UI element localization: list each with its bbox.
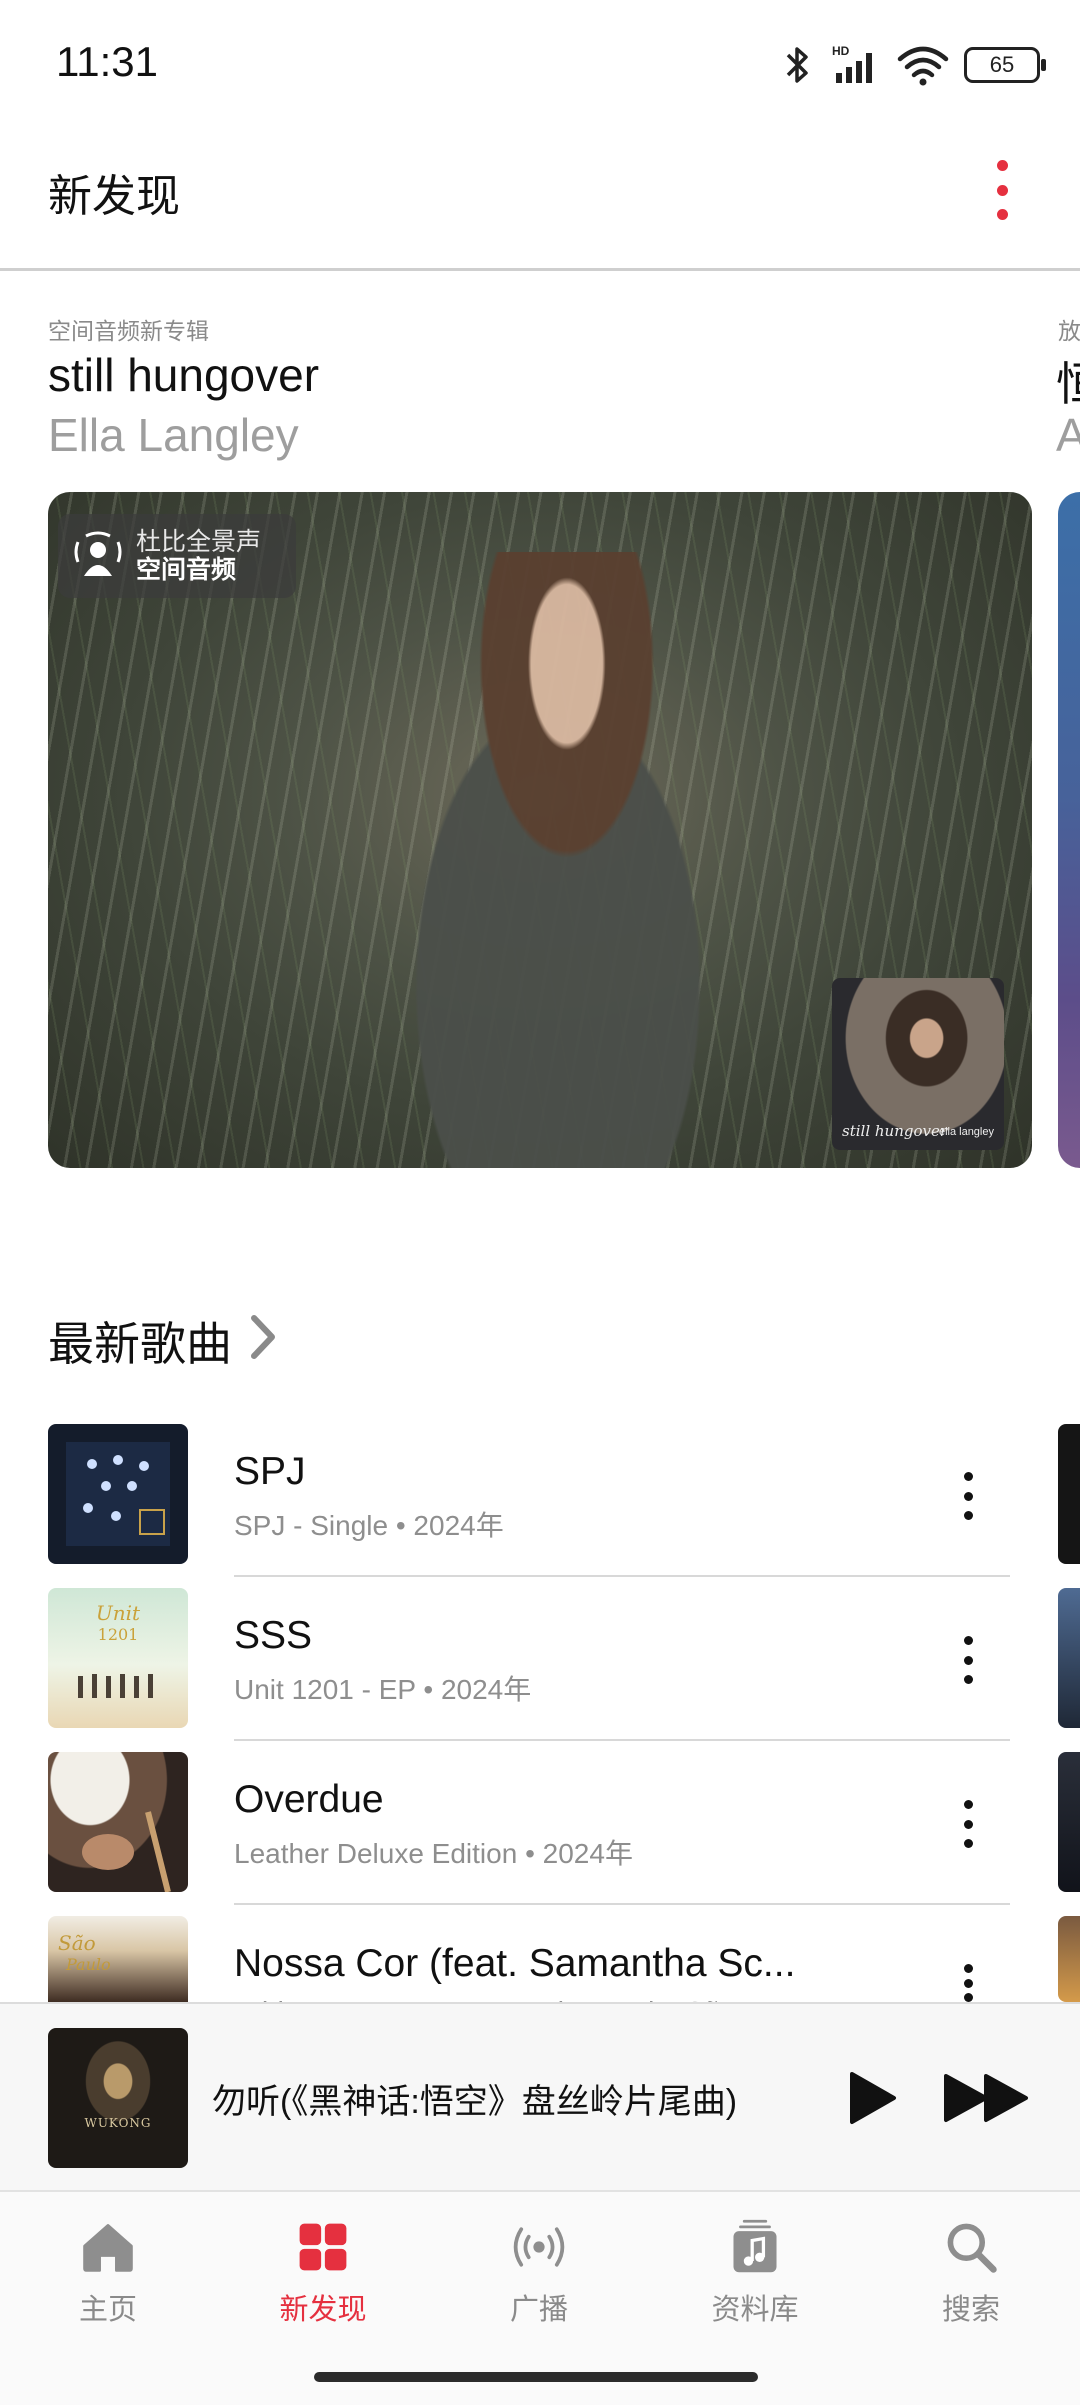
artwork-caption: WUKONG	[84, 2116, 152, 2130]
row-divider	[234, 1575, 1010, 1577]
now-playing-title[interactable]: 勿听(《黑神话:悟空》盘丝岭片尾曲)	[212, 2074, 737, 2123]
featured-title[interactable]: still hungover	[48, 348, 319, 402]
song-title[interactable]: SSS	[234, 1614, 312, 1658]
cell-signal-icon: HD	[832, 44, 872, 83]
tab-home[interactable]: 主页	[33, 2218, 183, 2328]
song-artwork[interactable]: São Paulo	[48, 1916, 188, 2002]
row-divider	[234, 1739, 1010, 1741]
next-card-artwork[interactable]	[1058, 492, 1080, 1168]
more-options-icon[interactable]	[990, 160, 1014, 220]
more-options-icon[interactable]	[960, 1800, 976, 1848]
more-options-icon[interactable]	[960, 1472, 976, 1520]
song-title[interactable]: SPJ	[234, 1450, 306, 1494]
svg-text:São: São	[58, 1931, 96, 1955]
thumb-artist: ella langley	[938, 1126, 994, 1138]
tab-label: 资料库	[711, 2294, 799, 2326]
grid-icon	[299, 2223, 347, 2271]
wifi-icon	[897, 46, 949, 86]
featured-artwork[interactable]: 杜比全景声 空间音频 still hungover ella langley	[48, 492, 1032, 1168]
song-art-pattern: Unit 1201	[78, 1601, 153, 1698]
song-artwork[interactable]	[48, 1424, 188, 1564]
home-icon	[83, 2224, 133, 2272]
next-card-title[interactable]: 恒	[1056, 348, 1080, 414]
tab-radio[interactable]: 广播	[464, 2218, 614, 2328]
song-artwork[interactable]: Unit 1201	[48, 1588, 188, 1728]
badge-line2: 空间音频	[136, 556, 237, 584]
next-column-artwork[interactable]	[1058, 1588, 1080, 1728]
status-time: 11:31	[56, 38, 158, 85]
page-title: 新发现	[48, 172, 180, 221]
next-card-kicker: 放	[1058, 318, 1080, 344]
radio-icon	[513, 2227, 565, 2267]
next-column-artwork[interactable]	[1058, 1424, 1080, 1564]
search-icon	[947, 2223, 997, 2273]
more-options-icon[interactable]	[960, 1964, 976, 2002]
song-artwork[interactable]	[48, 1752, 188, 1892]
song-art-pattern	[82, 1811, 171, 1892]
tab-browse[interactable]: 新发现	[248, 2218, 398, 2328]
library-icon	[733, 2219, 777, 2273]
song-subtitle: Unit 1201 - EP • 2024年	[234, 1674, 532, 1705]
tab-label: 主页	[78, 2294, 137, 2326]
featured-artist[interactable]: Ella Langley	[48, 408, 299, 462]
chevron-right-icon[interactable]	[246, 1312, 280, 1362]
tab-label: 新发现	[279, 2294, 367, 2326]
more-options-icon[interactable]	[960, 1636, 976, 1684]
song-art-pattern	[66, 1442, 170, 1546]
svg-text:1201: 1201	[98, 1625, 139, 1644]
song-subtitle: Leather Deluxe Edition • 2024年	[234, 1838, 633, 1869]
badge-line1: 杜比全景声	[136, 528, 262, 556]
song-subtitle: SPJ - Single • 2024年	[234, 1510, 504, 1541]
row-divider	[234, 1903, 1010, 1905]
skip-forward-icon[interactable]	[942, 2070, 1032, 2126]
song-title[interactable]: Overdue	[234, 1778, 384, 1822]
featured-kicker: 空间音频新专辑	[48, 318, 209, 344]
spatial-audio-icon	[74, 531, 122, 576]
section-title[interactable]: 最新歌曲	[48, 1308, 232, 1374]
status-icons: HD 65	[780, 40, 1046, 90]
tab-library[interactable]: 资料库	[680, 2218, 830, 2328]
battery-indicator: 65	[964, 47, 1046, 83]
album-thumbnail: still hungover ella langley	[832, 978, 1004, 1150]
dolby-atmos-badge: 杜比全景声 空间音频	[58, 514, 296, 598]
play-icon[interactable]	[846, 2070, 898, 2126]
bluetooth-icon	[786, 47, 808, 83]
next-column-artwork[interactable]	[1058, 1752, 1080, 1892]
svg-text:HD: HD	[832, 44, 850, 58]
tab-search[interactable]: 搜索	[896, 2218, 1046, 2328]
song-title[interactable]: Nossa Cor (feat. Samantha Sc...	[234, 1942, 795, 1986]
svg-text:Paulo: Paulo	[65, 1955, 111, 1974]
song-art-pattern: São Paulo	[58, 1931, 111, 1974]
tab-label: 广播	[509, 2294, 568, 2326]
next-column-artwork[interactable]	[1058, 1916, 1080, 2002]
next-card-artist[interactable]: A	[1056, 408, 1080, 462]
home-indicator[interactable]	[314, 2372, 758, 2382]
thumb-title: still hungover	[842, 1122, 948, 1140]
tab-label: 搜索	[941, 2294, 1000, 2326]
svg-text:Unit: Unit	[96, 1601, 141, 1625]
header-divider	[0, 268, 1080, 271]
now-playing-artwork[interactable]: WUKONG	[48, 2028, 188, 2168]
